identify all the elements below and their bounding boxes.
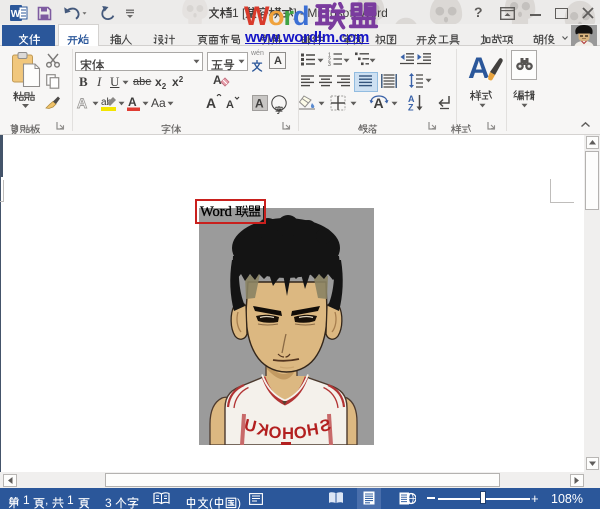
svg-text:Z: Z bbox=[408, 103, 414, 112]
svg-text:O: O bbox=[293, 424, 307, 443]
svg-text:A: A bbox=[255, 97, 264, 111]
svg-text:A: A bbox=[128, 95, 137, 109]
svg-text:3: 3 bbox=[328, 62, 331, 66]
svg-text:H: H bbox=[282, 425, 294, 443]
svg-text:A: A bbox=[226, 99, 234, 111]
svg-text:A: A bbox=[206, 95, 216, 111]
svg-text:W: W bbox=[11, 9, 21, 20]
svg-text:A: A bbox=[77, 95, 87, 110]
svg-text:A: A bbox=[213, 73, 222, 87]
svg-text:A: A bbox=[468, 52, 490, 84]
